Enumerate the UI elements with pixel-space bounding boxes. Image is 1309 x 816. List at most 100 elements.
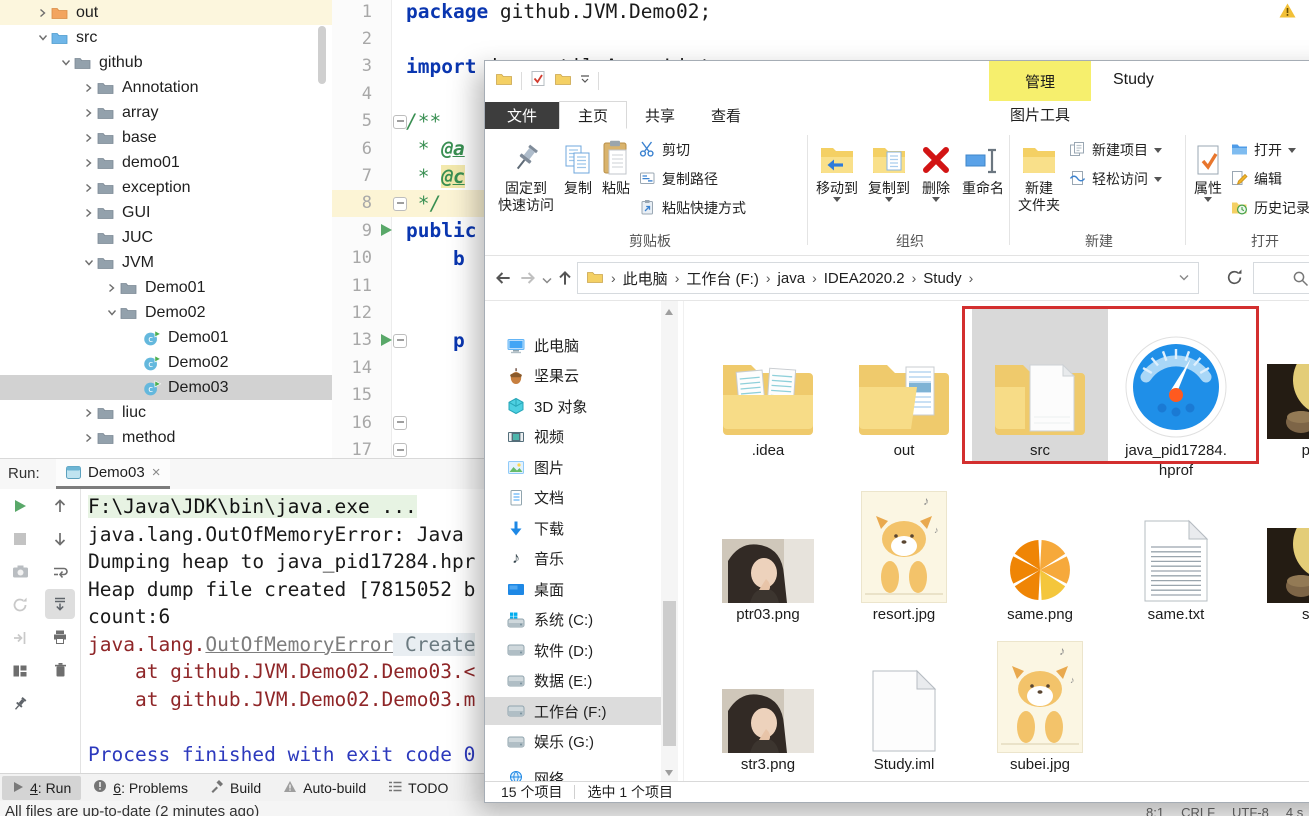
breadcrumb-segment[interactable]: 工作台 (F:) xyxy=(686,268,759,289)
file-tile-ptr03.png[interactable]: ptr03.png xyxy=(700,483,836,625)
tree-item-method[interactable]: method xyxy=(0,425,332,450)
ribbon-button-move[interactable]: 移动到 xyxy=(811,131,863,205)
ribbon-button-delete[interactable]: 删除 xyxy=(915,131,957,205)
properties-check-icon[interactable] xyxy=(530,70,546,92)
restart-icon[interactable] xyxy=(0,588,40,621)
layout-icon[interactable] xyxy=(0,654,40,687)
chevron-right-icon[interactable] xyxy=(80,133,97,143)
chevron-right-icon[interactable] xyxy=(80,158,97,168)
nav-item-9[interactable]: 系统 (C:) xyxy=(485,606,661,634)
status-indicator[interactable]: CRLF xyxy=(1181,805,1215,816)
trash-icon[interactable] xyxy=(40,653,80,686)
tree-item-array[interactable]: array xyxy=(0,100,332,125)
breadcrumb-segment[interactable]: 此电脑 xyxy=(623,268,668,289)
toolwindow-button-problems[interactable]: 6: Problems xyxy=(83,775,198,800)
ribbon-button-newitem[interactable]: 新建项目 xyxy=(1069,140,1162,160)
toolwindow-button-run[interactable]: 4: Run xyxy=(2,776,81,800)
refresh-icon[interactable] xyxy=(1225,268,1244,292)
ribbon-button-easy[interactable]: 轻松访问 xyxy=(1069,169,1162,189)
ribbon-button-path[interactable]: 复制路径 xyxy=(639,169,746,189)
fold-marker-icon[interactable] xyxy=(393,115,407,129)
ribbon-button-props[interactable]: 属性 xyxy=(1189,131,1227,205)
chevron-right-icon[interactable] xyxy=(80,183,97,193)
ribbon-button-edit[interactable]: 编辑 xyxy=(1231,169,1309,189)
search-input[interactable] xyxy=(1253,262,1309,294)
chevron-right-icon[interactable] xyxy=(80,408,97,418)
ribbon-button-history[interactable]: 历史记录 xyxy=(1231,198,1309,218)
manage-context-tab[interactable]: 管理 xyxy=(989,61,1091,101)
nav-item-6[interactable]: 下载 xyxy=(485,514,661,542)
ribbon-tab-2[interactable]: 共享 xyxy=(627,102,693,129)
down-icon[interactable] xyxy=(40,522,80,555)
file-tile-subei.jpg[interactable]: ♪♪ subei.jpg xyxy=(972,633,1108,775)
chevron-right-icon[interactable] xyxy=(34,8,51,18)
file-tile-str3.png[interactable]: str3.png xyxy=(700,633,836,775)
scroll-down-icon[interactable] xyxy=(665,770,673,776)
back-button[interactable] xyxy=(493,268,513,293)
chevron-down-icon[interactable] xyxy=(57,58,74,67)
status-indicator[interactable]: 8:1 xyxy=(1146,805,1164,816)
run-gutter-icon[interactable] xyxy=(381,334,392,346)
editor-line-1[interactable]: 1 package github.JVM.Demo02; xyxy=(332,0,1309,25)
fold-marker-icon[interactable] xyxy=(393,197,407,211)
nav-item-10[interactable]: 软件 (D:) xyxy=(485,636,661,664)
tree-item-annotation[interactable]: Annotation xyxy=(0,75,332,100)
nav-item-11[interactable]: 数据 (E:) xyxy=(485,667,661,695)
nav-item-3[interactable]: 视频 xyxy=(485,423,661,451)
nav-scrollbar[interactable] xyxy=(661,301,678,784)
nav-item-0[interactable]: 此电脑 xyxy=(485,331,661,359)
rerun-icon[interactable] xyxy=(0,489,40,522)
folder-icon[interactable] xyxy=(554,71,572,91)
ribbon-tab-3[interactable]: 查看 xyxy=(693,102,759,129)
toolwindow-button-build[interactable]: Build xyxy=(200,775,271,800)
tree-item-gui[interactable]: GUI xyxy=(0,200,332,225)
tree-item-demo01[interactable]: c Demo01 xyxy=(0,325,332,350)
print-icon[interactable] xyxy=(40,620,80,653)
folder-icon[interactable] xyxy=(495,71,513,91)
stop-icon[interactable] xyxy=(0,522,40,555)
fold-marker-icon[interactable] xyxy=(393,443,407,457)
breadcrumb-segment[interactable]: Study xyxy=(923,270,961,287)
chevron-right-icon[interactable] xyxy=(80,83,97,93)
breadcrumb-segment[interactable]: java xyxy=(778,270,806,287)
run-gutter-icon[interactable] xyxy=(381,224,392,236)
tree-item-base[interactable]: base xyxy=(0,125,332,150)
nav-item-13[interactable]: 娱乐 (G:) xyxy=(485,728,661,756)
fold-marker-icon[interactable] xyxy=(393,416,407,430)
tree-item-exception[interactable]: exception xyxy=(0,175,332,200)
file-tile-resort.jpg[interactable]: ♪♪ resort.jpg xyxy=(836,483,972,625)
address-dropdown-chevron-icon[interactable] xyxy=(1178,270,1190,287)
scrollend-icon[interactable] xyxy=(45,589,75,619)
ribbon-button-paste[interactable]: 粘贴 xyxy=(597,131,635,200)
nav-item-7[interactable]: ♪ 音乐 xyxy=(485,545,661,573)
toolwindow-button-todo[interactable]: TODO xyxy=(378,776,458,800)
up-icon[interactable] xyxy=(40,489,80,522)
ribbon-button-copy[interactable]: 复制 xyxy=(559,131,597,200)
ribbon-tab-1[interactable]: 主页 xyxy=(559,101,627,129)
nav-item-5[interactable]: 文档 xyxy=(485,484,661,512)
ribbon-button-copyto[interactable]: 复制到 xyxy=(863,131,915,205)
file-tile-same.txt[interactable]: same.txt xyxy=(1108,483,1244,625)
chevron-right-icon[interactable] xyxy=(80,433,97,443)
pin-icon[interactable] xyxy=(0,687,40,720)
nav-item-2[interactable]: 3D 对象 xyxy=(485,392,661,420)
nav-item-12[interactable]: 工作台 (F:) xyxy=(485,697,661,725)
tree-item-github[interactable]: github xyxy=(0,50,332,75)
ribbon-button-rename[interactable]: 重命名 xyxy=(957,131,1009,200)
scroll-up-icon[interactable] xyxy=(665,309,673,315)
tree-item-demo01[interactable]: demo01 xyxy=(0,150,332,175)
tree-item-demo01[interactable]: Demo01 xyxy=(0,275,332,300)
ribbon-tab-0[interactable]: 文件 xyxy=(485,102,559,129)
softwrap-icon[interactable] xyxy=(40,555,80,588)
file-tile-same.png[interactable]: same.png xyxy=(972,483,1108,625)
tree-item-jvm[interactable]: JVM xyxy=(0,250,332,275)
ribbon-tab-4[interactable]: 图片工具 xyxy=(989,101,1091,128)
scrollbar-thumb[interactable] xyxy=(663,601,676,746)
up-button[interactable] xyxy=(555,268,575,293)
nav-item-8[interactable]: 桌面 xyxy=(485,575,661,603)
run-tab-demo03[interactable]: Demo03 × xyxy=(56,459,170,489)
breadcrumb[interactable]: ›此电脑›工作台 (F:)›java›IDEA2020.2›Study› xyxy=(577,262,1199,294)
ribbon-button-cut[interactable]: 剪切 xyxy=(639,140,746,160)
status-indicator[interactable]: UTF-8 xyxy=(1232,805,1269,816)
tree-item-src[interactable]: src xyxy=(0,25,332,50)
